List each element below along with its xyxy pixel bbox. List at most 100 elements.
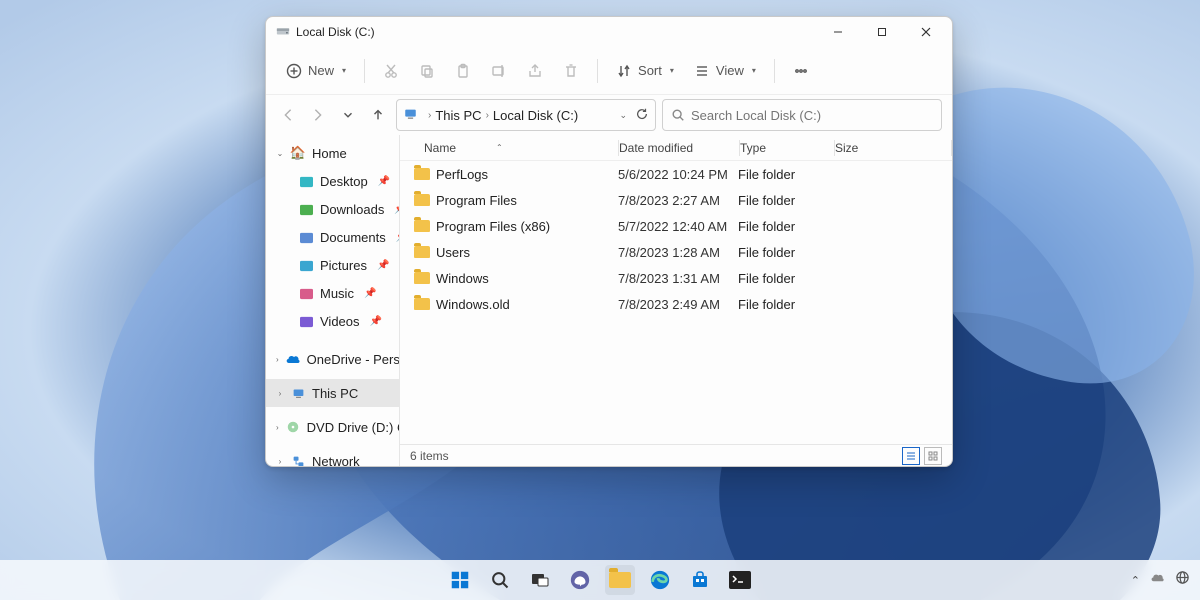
folder-icon: [414, 168, 430, 180]
sort-asc-icon: ⌃: [496, 143, 503, 152]
breadcrumb-separator: ›: [428, 110, 431, 121]
search-icon: [671, 108, 685, 122]
copy-button[interactable]: [411, 55, 443, 87]
sidebar-network[interactable]: › Network: [266, 447, 399, 466]
sort-label: Sort: [638, 63, 662, 78]
new-button[interactable]: New ▾: [278, 55, 354, 87]
cut-button[interactable]: [375, 55, 407, 87]
expand-icon[interactable]: ›: [276, 389, 284, 398]
file-row[interactable]: PerfLogs5/6/2022 10:24 PMFile folder: [400, 161, 952, 187]
breadcrumb-leaf[interactable]: Local Disk (C:): [493, 108, 578, 123]
file-row[interactable]: Program Files7/8/2023 2:27 AMFile folder: [400, 187, 952, 213]
sidebar-quick-video[interactable]: Videos📌: [266, 307, 399, 335]
chevron-down-icon: ▾: [342, 66, 346, 75]
folder-icon: [414, 194, 430, 206]
paste-button[interactable]: [447, 55, 479, 87]
breadcrumb-root[interactable]: This PC: [435, 108, 481, 123]
sidebar-onedrive[interactable]: › OneDrive - Personal: [266, 345, 399, 373]
home-icon: 🏠: [290, 145, 306, 161]
onedrive-tray-icon[interactable]: [1150, 570, 1165, 590]
expand-icon[interactable]: ›: [276, 355, 279, 364]
col-size[interactable]: Size: [835, 141, 951, 155]
more-button[interactable]: [785, 55, 817, 87]
taskbar[interactable]: ⌃: [0, 560, 1200, 600]
rename-button[interactable]: [483, 55, 515, 87]
recent-button[interactable]: [336, 103, 360, 127]
close-button[interactable]: [904, 18, 948, 46]
breadcrumb-separator: ›: [486, 110, 489, 121]
taskbar-search[interactable]: [485, 565, 515, 595]
document-icon: [298, 229, 314, 245]
file-row[interactable]: Program Files (x86)5/7/2022 12:40 AMFile…: [400, 213, 952, 239]
chat-button[interactable]: [565, 565, 595, 595]
sidebar-quick-picture[interactable]: Pictures📌: [266, 251, 399, 279]
pc-icon: [290, 385, 306, 401]
sidebar-label: Home: [312, 146, 347, 161]
delete-button[interactable]: [555, 55, 587, 87]
sidebar-label: This PC: [312, 386, 358, 401]
search-input[interactable]: [691, 108, 933, 123]
maximize-button[interactable]: [860, 18, 904, 46]
terminal-button[interactable]: [725, 565, 755, 595]
sidebar: ⌄ 🏠 Home Desktop📌Downloads📌Documents📌Pic…: [266, 135, 400, 466]
tray-overflow-icon[interactable]: ⌃: [1131, 574, 1140, 587]
sidebar-dvd[interactable]: › DVD Drive (D:) CCCOMA: [266, 413, 399, 441]
folder-icon: [414, 272, 430, 284]
file-name: Users: [436, 245, 470, 260]
sidebar-label: Videos: [320, 314, 360, 329]
forward-button[interactable]: [306, 103, 330, 127]
pin-icon: 📌: [364, 288, 376, 299]
thumbnails-view-button[interactable]: [924, 447, 942, 465]
network-tray-icon[interactable]: [1175, 570, 1190, 590]
col-date[interactable]: Date modified: [619, 141, 739, 155]
start-button[interactable]: [445, 565, 475, 595]
address-bar[interactable]: › This PC › Local Disk (C:) ⌄: [396, 99, 656, 131]
pin-icon: 📌: [377, 260, 389, 271]
titlebar[interactable]: Local Disk (C:): [266, 17, 952, 47]
search-box[interactable]: [662, 99, 942, 131]
file-explorer-taskbar[interactable]: [605, 565, 635, 595]
system-tray[interactable]: ⌃: [1131, 570, 1190, 590]
details-view-button[interactable]: [902, 447, 920, 465]
sidebar-quick-document[interactable]: Documents📌: [266, 223, 399, 251]
sort-button[interactable]: Sort ▾: [608, 55, 682, 87]
file-list: PerfLogs5/6/2022 10:24 PMFile folderProg…: [400, 161, 952, 444]
sidebar-label: Music: [320, 286, 354, 301]
file-type: File folder: [738, 245, 832, 260]
store-button[interactable]: [685, 565, 715, 595]
refresh-button[interactable]: [635, 107, 649, 124]
window-title: Local Disk (C:): [296, 25, 375, 39]
expand-icon[interactable]: ›: [276, 457, 284, 466]
address-dropdown[interactable]: ⌄: [619, 110, 627, 121]
task-view-button[interactable]: [525, 565, 555, 595]
sidebar-quick-desktop[interactable]: Desktop📌: [266, 167, 399, 195]
back-button[interactable]: [276, 103, 300, 127]
up-button[interactable]: [366, 103, 390, 127]
collapse-icon[interactable]: ⌄: [276, 149, 284, 158]
file-name: Program Files (x86): [436, 219, 550, 234]
sidebar-this-pc[interactable]: › This PC: [266, 379, 399, 407]
sidebar-label: Downloads: [320, 202, 384, 217]
main-pane: Name⌃ Date modified Type Size PerfLogs5/…: [400, 135, 952, 466]
sidebar-quick-download[interactable]: Downloads📌: [266, 195, 399, 223]
col-name[interactable]: Name⌃: [400, 141, 618, 155]
sidebar-quick-music[interactable]: Music 📌: [266, 279, 399, 307]
status-bar: 6 items: [400, 444, 952, 466]
view-label: View: [716, 63, 744, 78]
file-row[interactable]: Windows7/8/2023 1:31 AMFile folder: [400, 265, 952, 291]
minimize-button[interactable]: [816, 18, 860, 46]
file-row[interactable]: Windows.old7/8/2023 2:49 AMFile folder: [400, 291, 952, 317]
disk-icon: [276, 24, 290, 41]
share-button[interactable]: [519, 55, 551, 87]
expand-icon[interactable]: ›: [276, 423, 279, 432]
file-type: File folder: [738, 219, 832, 234]
cloud-icon: [285, 351, 301, 367]
edge-button[interactable]: [645, 565, 675, 595]
view-button[interactable]: View ▾: [686, 55, 764, 87]
music-icon: [298, 285, 314, 301]
folder-icon: [414, 246, 430, 258]
file-row[interactable]: Users7/8/2023 1:28 AMFile folder: [400, 239, 952, 265]
file-name: PerfLogs: [436, 167, 488, 182]
sidebar-home[interactable]: ⌄ 🏠 Home: [266, 139, 399, 167]
col-type[interactable]: Type: [740, 141, 834, 155]
